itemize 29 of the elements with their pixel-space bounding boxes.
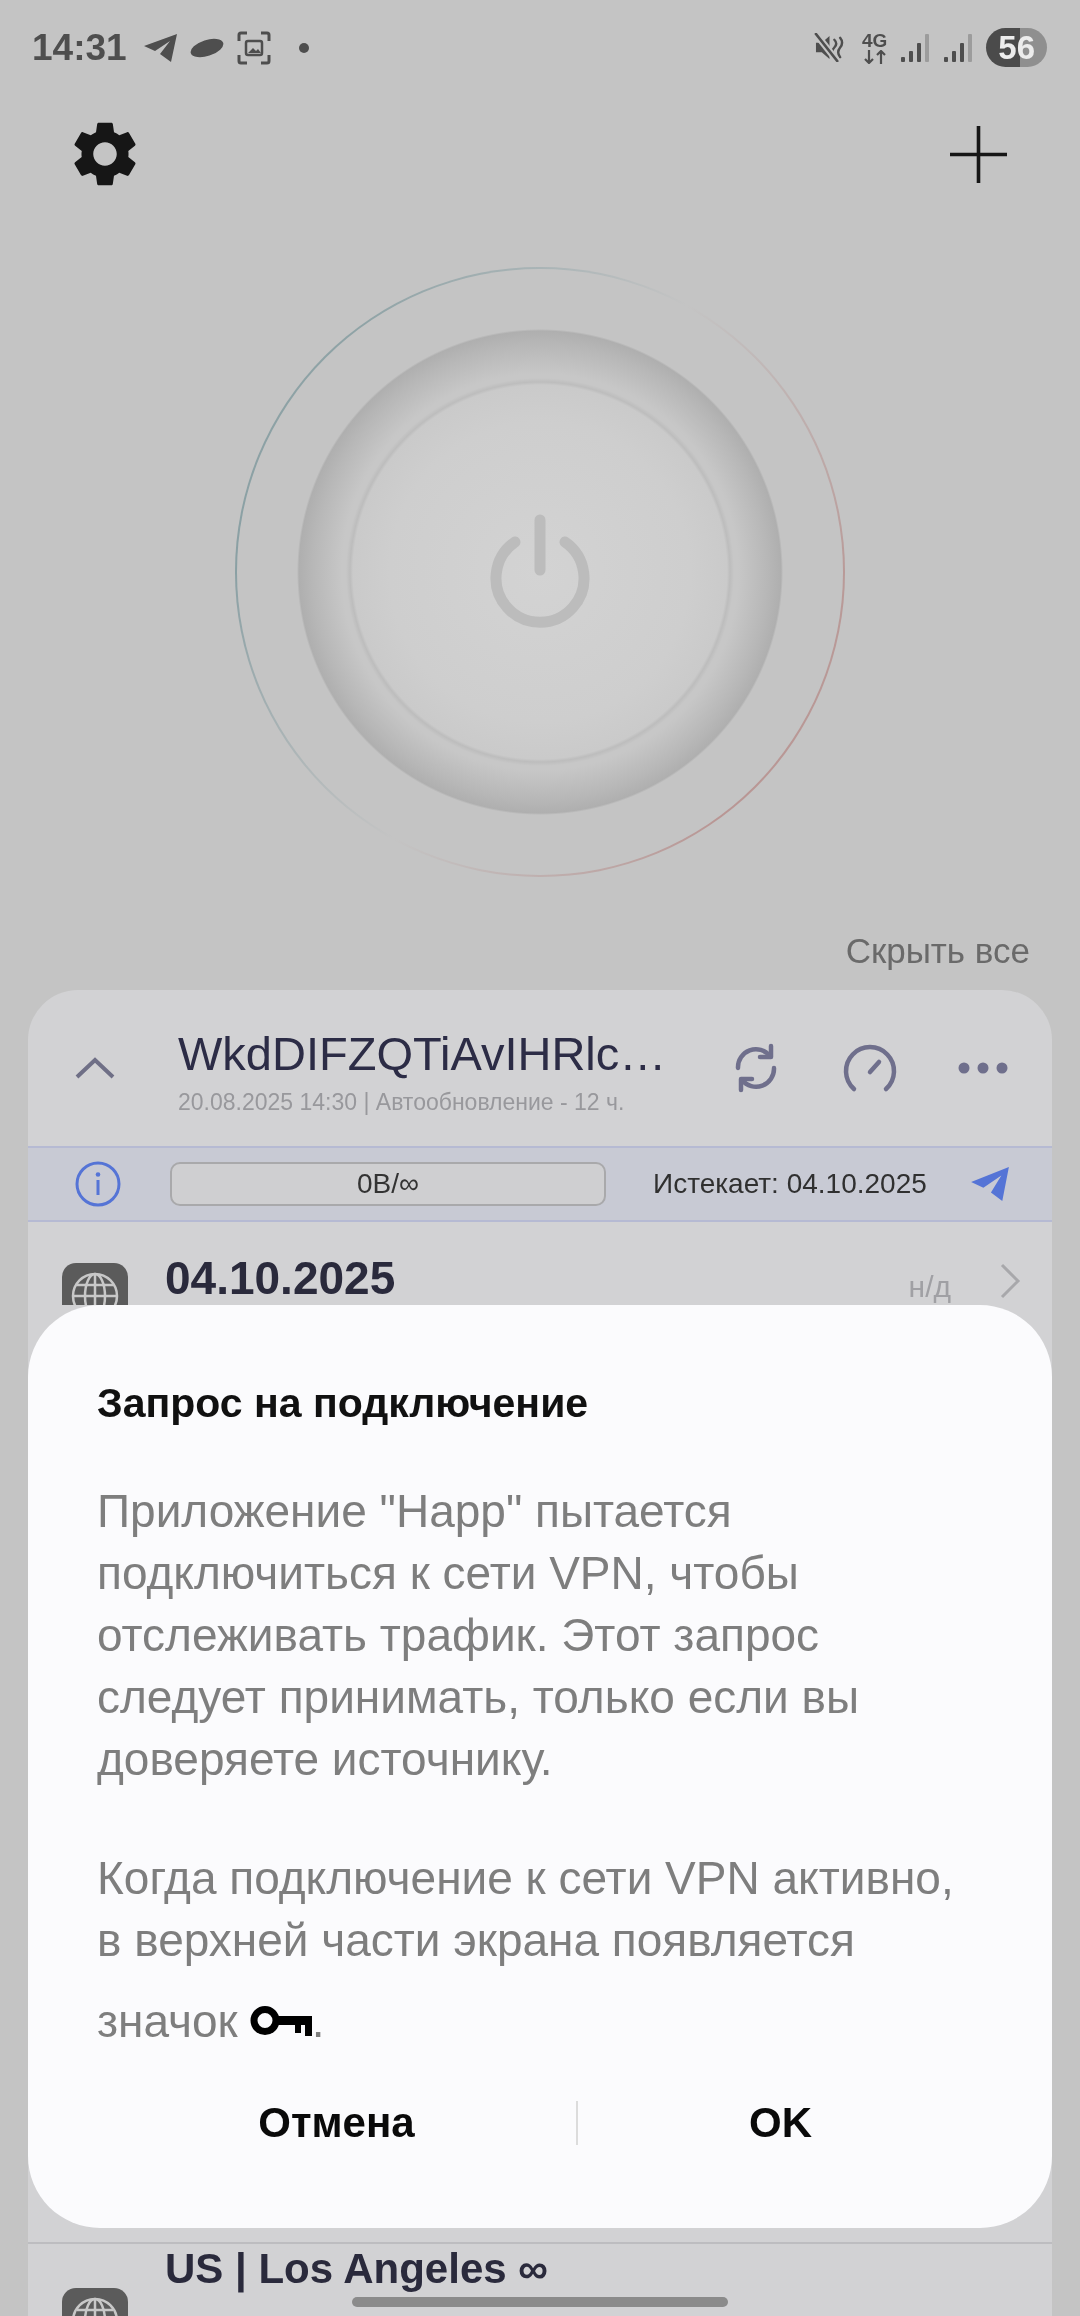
settings-icon[interactable] [74,121,136,187]
dialog-title: Запрос на подключение [97,1380,590,1426]
globe-icon [62,1263,128,1305]
data-arrows-icon [862,50,887,64]
expiry-date: Истекает: 04.10.2025 [653,1168,927,1200]
update-info: 20.08.2025 14:30 | Автообновление - 12 ч. [178,1088,626,1116]
clock: 14:31 [32,26,127,69]
dialog-button[interactable]: OK [729,2084,832,2162]
notification-dot-icon [298,42,309,53]
network-type: 4G [861,31,888,50]
dialog-message: Когда подключение к сети VPN активно, в верхней части экрана появляется значок . [97,1851,955,2049]
signal-icon [900,33,931,62]
more-icon[interactable] [958,1062,1008,1074]
server-name: 04.10.2025 [165,1252,396,1304]
speedometer-icon[interactable] [842,1043,898,1093]
mute-icon [813,33,845,62]
battery-indicator: 56 [986,28,1047,67]
info-icon[interactable] [75,1161,121,1207]
paper-plane-icon [143,33,177,62]
dialog-message: Приложение "Happ" пытается подключиться к сети VPN, чтобы отслеживать трафик. Этот запрос следует принимать, только если вы доверяете источнику. [97,1484,861,1787]
paper-plane-icon[interactable] [971,1167,1009,1201]
chevron-up-icon[interactable] [74,1056,116,1080]
add-icon[interactable] [950,125,1007,183]
signal-icon [943,33,974,62]
notification-icon [188,36,225,59]
dialog-button[interactable]: Отмена [238,2084,435,2162]
screenshot-icon [236,30,271,65]
traffic-usage-bar: 0B/∞ [170,1162,606,1206]
subscription-name: WkdDIFZQTiAvIHRlc… [178,1027,668,1081]
